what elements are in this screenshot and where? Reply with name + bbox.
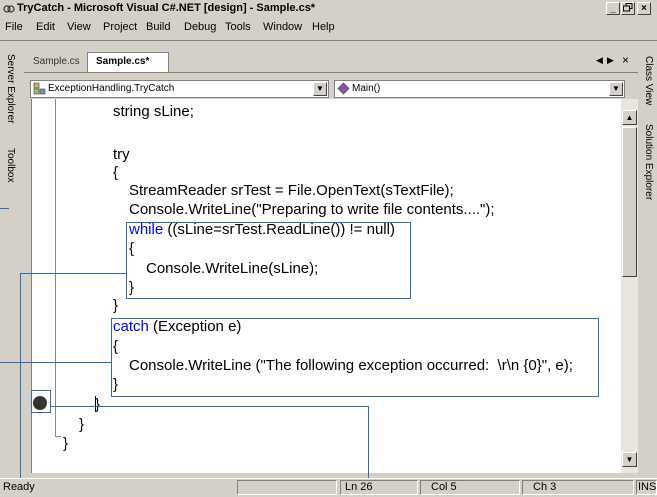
chevron-down-icon[interactable]: ▼: [609, 82, 623, 96]
status-ready: Ready: [3, 481, 35, 493]
outline-guide: [55, 99, 56, 436]
callout-catch-block: [111, 318, 599, 397]
scroll-thumb[interactable]: [622, 127, 637, 277]
tab-sample-cs[interactable]: Sample.cs: [33, 56, 80, 67]
callout-leader-line: [20, 273, 21, 478]
scroll-up-button[interactable]: ▲: [622, 110, 637, 125]
menu-tools[interactable]: Tools: [225, 21, 251, 33]
status-col: Col 5: [431, 481, 457, 493]
callout-leader-line: [0, 208, 9, 209]
tab-server-explorer[interactable]: Server Explorer: [5, 54, 16, 123]
close-document-icon[interactable]: ×: [622, 53, 629, 67]
app-icon: [3, 5, 15, 13]
menu-window[interactable]: Window: [263, 21, 302, 33]
code-line: }: [79, 416, 85, 433]
callout-leader-line: [0, 362, 111, 363]
close-button[interactable]: ×: [637, 2, 651, 15]
tab-class-view[interactable]: Class View: [643, 56, 654, 105]
callout-while-loop: [126, 222, 411, 299]
scroll-tabs-left-icon[interactable]: ◀: [596, 55, 603, 66]
restore-icon: [623, 3, 633, 12]
breakpoint-icon[interactable]: [33, 396, 47, 410]
code-line: }: [63, 435, 69, 452]
status-line: Ln 26: [345, 481, 373, 493]
menu-project[interactable]: Project: [103, 21, 137, 33]
method-icon: [337, 82, 350, 95]
code-line: try: [113, 146, 130, 163]
callout-leader-line: [51, 406, 369, 407]
scroll-down-button[interactable]: ▼: [622, 452, 637, 467]
tab-active-label: Sample.cs*: [96, 56, 150, 67]
text-cursor: [95, 396, 96, 412]
menu-help[interactable]: Help: [312, 21, 335, 33]
outline-guide-end: [55, 436, 61, 437]
code-line: Console.WriteLine("Preparing to write fi…: [129, 201, 495, 218]
status-ins: INS: [638, 481, 657, 493]
tab-toolbox[interactable]: Toolbox: [5, 148, 16, 182]
callout-leader-line: [368, 406, 369, 478]
menu-build[interactable]: Build: [146, 21, 170, 33]
menu-divider: [0, 40, 657, 41]
tab-divider: [24, 72, 638, 73]
right-tool-rail: [640, 44, 657, 476]
code-line: StreamReader srTest = File.OpenText(sTex…: [129, 182, 454, 199]
menu-file[interactable]: File: [5, 21, 23, 33]
member-dropdown-value: Main(): [352, 83, 381, 94]
restore-button[interactable]: [621, 2, 635, 15]
class-icon: [33, 82, 46, 95]
code-line: }: [113, 297, 119, 314]
callout-leader-line: [20, 273, 126, 274]
code-line: string sLine;: [113, 103, 194, 120]
scroll-tabs-right-icon[interactable]: ▶: [607, 55, 614, 66]
indicator-margin[interactable]: [22, 99, 31, 473]
menu-edit[interactable]: Edit: [36, 21, 55, 33]
status-ch: Ch 3: [533, 481, 557, 493]
window-title: TryCatch - Microsoft Visual C#.NET [desi…: [17, 2, 316, 14]
code-line: {: [113, 164, 119, 181]
tab-solution-explorer[interactable]: Solution Explorer: [643, 124, 654, 200]
status-panel: [237, 480, 337, 495]
menu-view[interactable]: View: [67, 21, 91, 33]
minimize-button[interactable]: _: [606, 2, 620, 15]
chevron-down-icon[interactable]: ▼: [313, 82, 327, 96]
menu-debug[interactable]: Debug: [184, 21, 216, 33]
class-dropdown-value: ExceptionHandling.TryCatch: [48, 83, 175, 94]
